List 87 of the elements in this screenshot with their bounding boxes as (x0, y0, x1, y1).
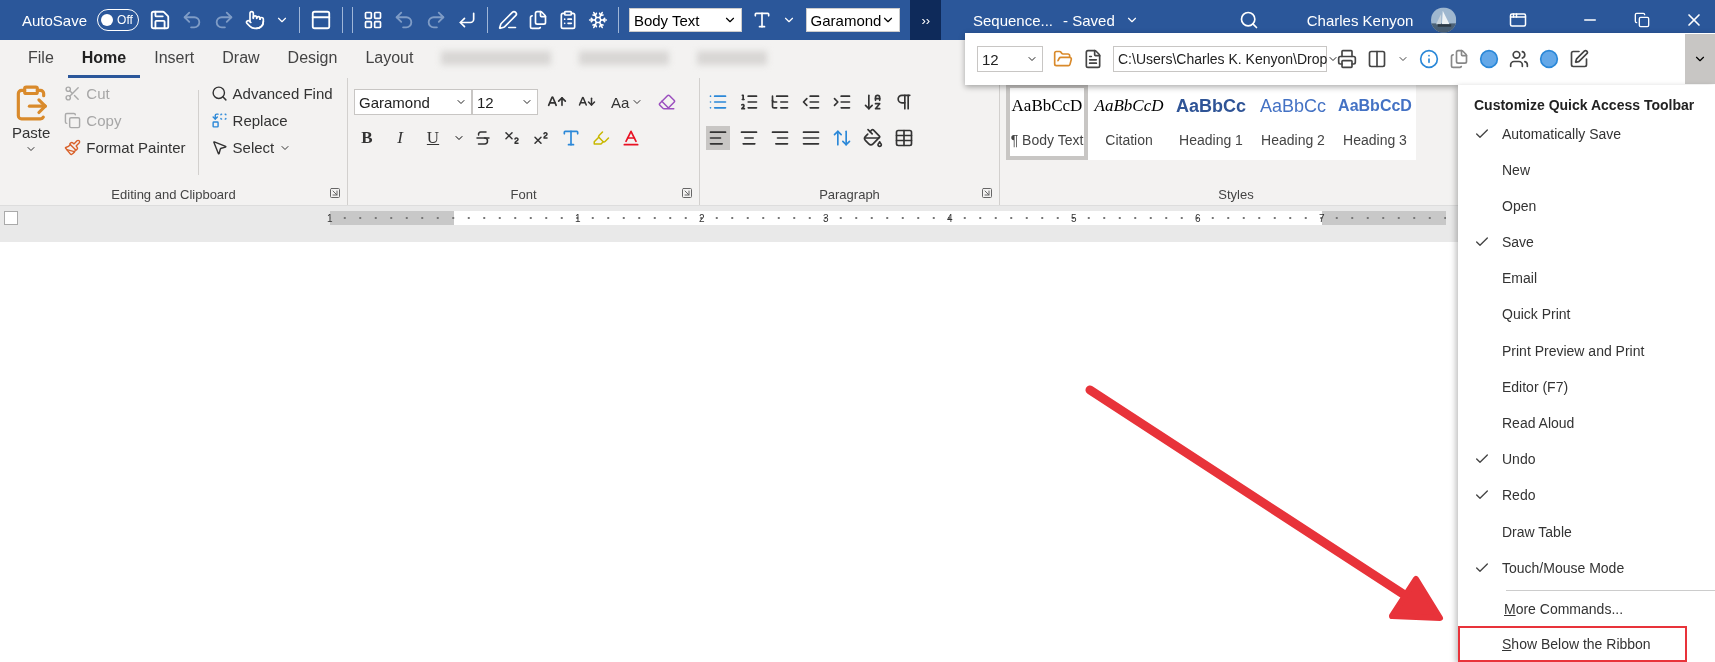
font-name-field[interactable]: Garamond (354, 89, 472, 115)
search-icon[interactable] (1238, 10, 1259, 30)
edit-icon[interactable] (1569, 49, 1589, 69)
document-icon[interactable] (528, 10, 549, 30)
dialog-launcher-icon[interactable] (329, 187, 341, 199)
ribbon-tab[interactable]: Insert (140, 49, 209, 78)
group-label: Paragraph (819, 186, 880, 202)
user-name: Charles Kenyon (1306, 11, 1414, 29)
style-card[interactable]: AaBbCcD Citation (1088, 84, 1170, 160)
autosave-label: AutoSave (22, 11, 88, 29)
ribbon-tab[interactable]: Layout (351, 49, 428, 78)
menu-title: Customize Quick Access Toolbar (1473, 96, 1696, 115)
style-card[interactable]: AaBbCcD Heading 3 (1334, 84, 1416, 160)
ruler-number: 2 (699, 212, 705, 224)
menu-item[interactable]: Automatically Save (1458, 115, 1715, 152)
clipboard-command[interactable]: Format Painter (62, 136, 188, 159)
font-size-field[interactable]: 12 (977, 46, 1043, 72)
menu-item[interactable]: Draw Table (1458, 513, 1715, 550)
menu-item[interactable]: Editor (F7) (1458, 368, 1715, 405)
editing-command[interactable]: Replace (208, 109, 335, 132)
menu-item[interactable]: Undo (1458, 441, 1715, 478)
ruler-number: 3 (823, 212, 829, 224)
format-button[interactable]: B (354, 127, 380, 149)
font-dropdown[interactable]: Garamond (805, 8, 901, 32)
replace-icon (210, 112, 228, 129)
editing-command[interactable]: Advanced Find (208, 82, 335, 105)
menu-command[interactable]: Show Below the Ribbon (1458, 626, 1687, 662)
panel-icon[interactable] (309, 9, 332, 31)
circle-icon[interactable] (1539, 49, 1559, 69)
menu-item[interactable]: Quick Print (1458, 296, 1715, 333)
search-icon (210, 85, 228, 102)
style-dropdown[interactable]: Body Text (628, 8, 742, 32)
group-label: Editing and Clipboard (111, 186, 236, 202)
return-arrow-icon[interactable] (457, 10, 478, 30)
grid-icon[interactable] (363, 10, 384, 30)
info-icon[interactable] (1419, 49, 1439, 69)
style-card[interactable]: AaBbCc Heading 1 (1170, 84, 1252, 160)
ruler-number: 4 (947, 212, 953, 224)
menu-item[interactable]: Print Preview and Print (1458, 332, 1715, 369)
pen-icon[interactable] (498, 10, 519, 30)
ruler-number: 7 (1319, 212, 1325, 224)
shading-icon[interactable] (861, 126, 885, 150)
dialog-launcher-icon[interactable] (681, 187, 693, 199)
ribbon-tab[interactable]: Draw (208, 49, 274, 78)
style-card[interactable]: AaBbCc Heading 2 (1252, 84, 1334, 160)
ribbon-tab[interactable]: File (14, 49, 68, 78)
touch-mode-icon[interactable] (244, 10, 265, 30)
paintbrush-icon (64, 139, 82, 156)
menu-item[interactable]: Redo (1458, 477, 1715, 514)
change-case-button[interactable]: Aa (605, 92, 650, 112)
folder-icon[interactable] (1053, 49, 1073, 69)
scissors-icon (64, 85, 82, 102)
printer-icon[interactable] (1337, 49, 1357, 69)
format-button[interactable]: I (387, 127, 413, 149)
save-status: - Saved (1063, 11, 1115, 29)
ruler-number: 6 (1195, 212, 1201, 224)
align-left-icon[interactable] (706, 126, 730, 150)
document-icon[interactable] (1083, 49, 1103, 69)
ruler-number: 1 (575, 212, 581, 224)
pointer-icon (210, 139, 228, 156)
menu-item[interactable]: Read Aloud (1458, 404, 1715, 442)
menu-item[interactable]: Save (1458, 224, 1715, 261)
clipboard-icon[interactable] (558, 10, 579, 30)
ruler-number: 1 (327, 212, 333, 224)
menu-command[interactable]: More Commands... (1458, 590, 1715, 627)
format-button[interactable]: U (420, 127, 446, 149)
menu-item[interactable]: Email (1458, 260, 1715, 297)
style-card[interactable]: AaBbCcD ¶ Body Text (1006, 84, 1088, 160)
group-label: Styles (1218, 186, 1254, 202)
save-icon[interactable] (148, 9, 171, 31)
paste-button[interactable]: Paste (6, 82, 57, 183)
font-size-field[interactable]: 12 (472, 89, 538, 115)
dialog-launcher-icon[interactable] (981, 187, 993, 199)
menu-item[interactable]: New (1458, 151, 1715, 188)
menu-item[interactable]: Touch/Mouse Mode (1458, 549, 1715, 586)
menu-item[interactable]: Open (1458, 187, 1715, 225)
ribbon-tab[interactable]: Design (273, 49, 352, 78)
document-title: Sequence... (972, 11, 1054, 29)
columns-icon[interactable] (1367, 49, 1387, 69)
copy-icon (64, 112, 82, 129)
overflow-button[interactable]: ›› (910, 0, 941, 40)
ruler-number: 5 (1071, 212, 1077, 224)
circle-icon[interactable] (1479, 49, 1499, 69)
snowflake-icon[interactable] (588, 10, 609, 30)
group-label: Font (510, 186, 537, 202)
editing-command[interactable]: Select (208, 136, 335, 159)
people-icon[interactable] (1509, 49, 1529, 69)
